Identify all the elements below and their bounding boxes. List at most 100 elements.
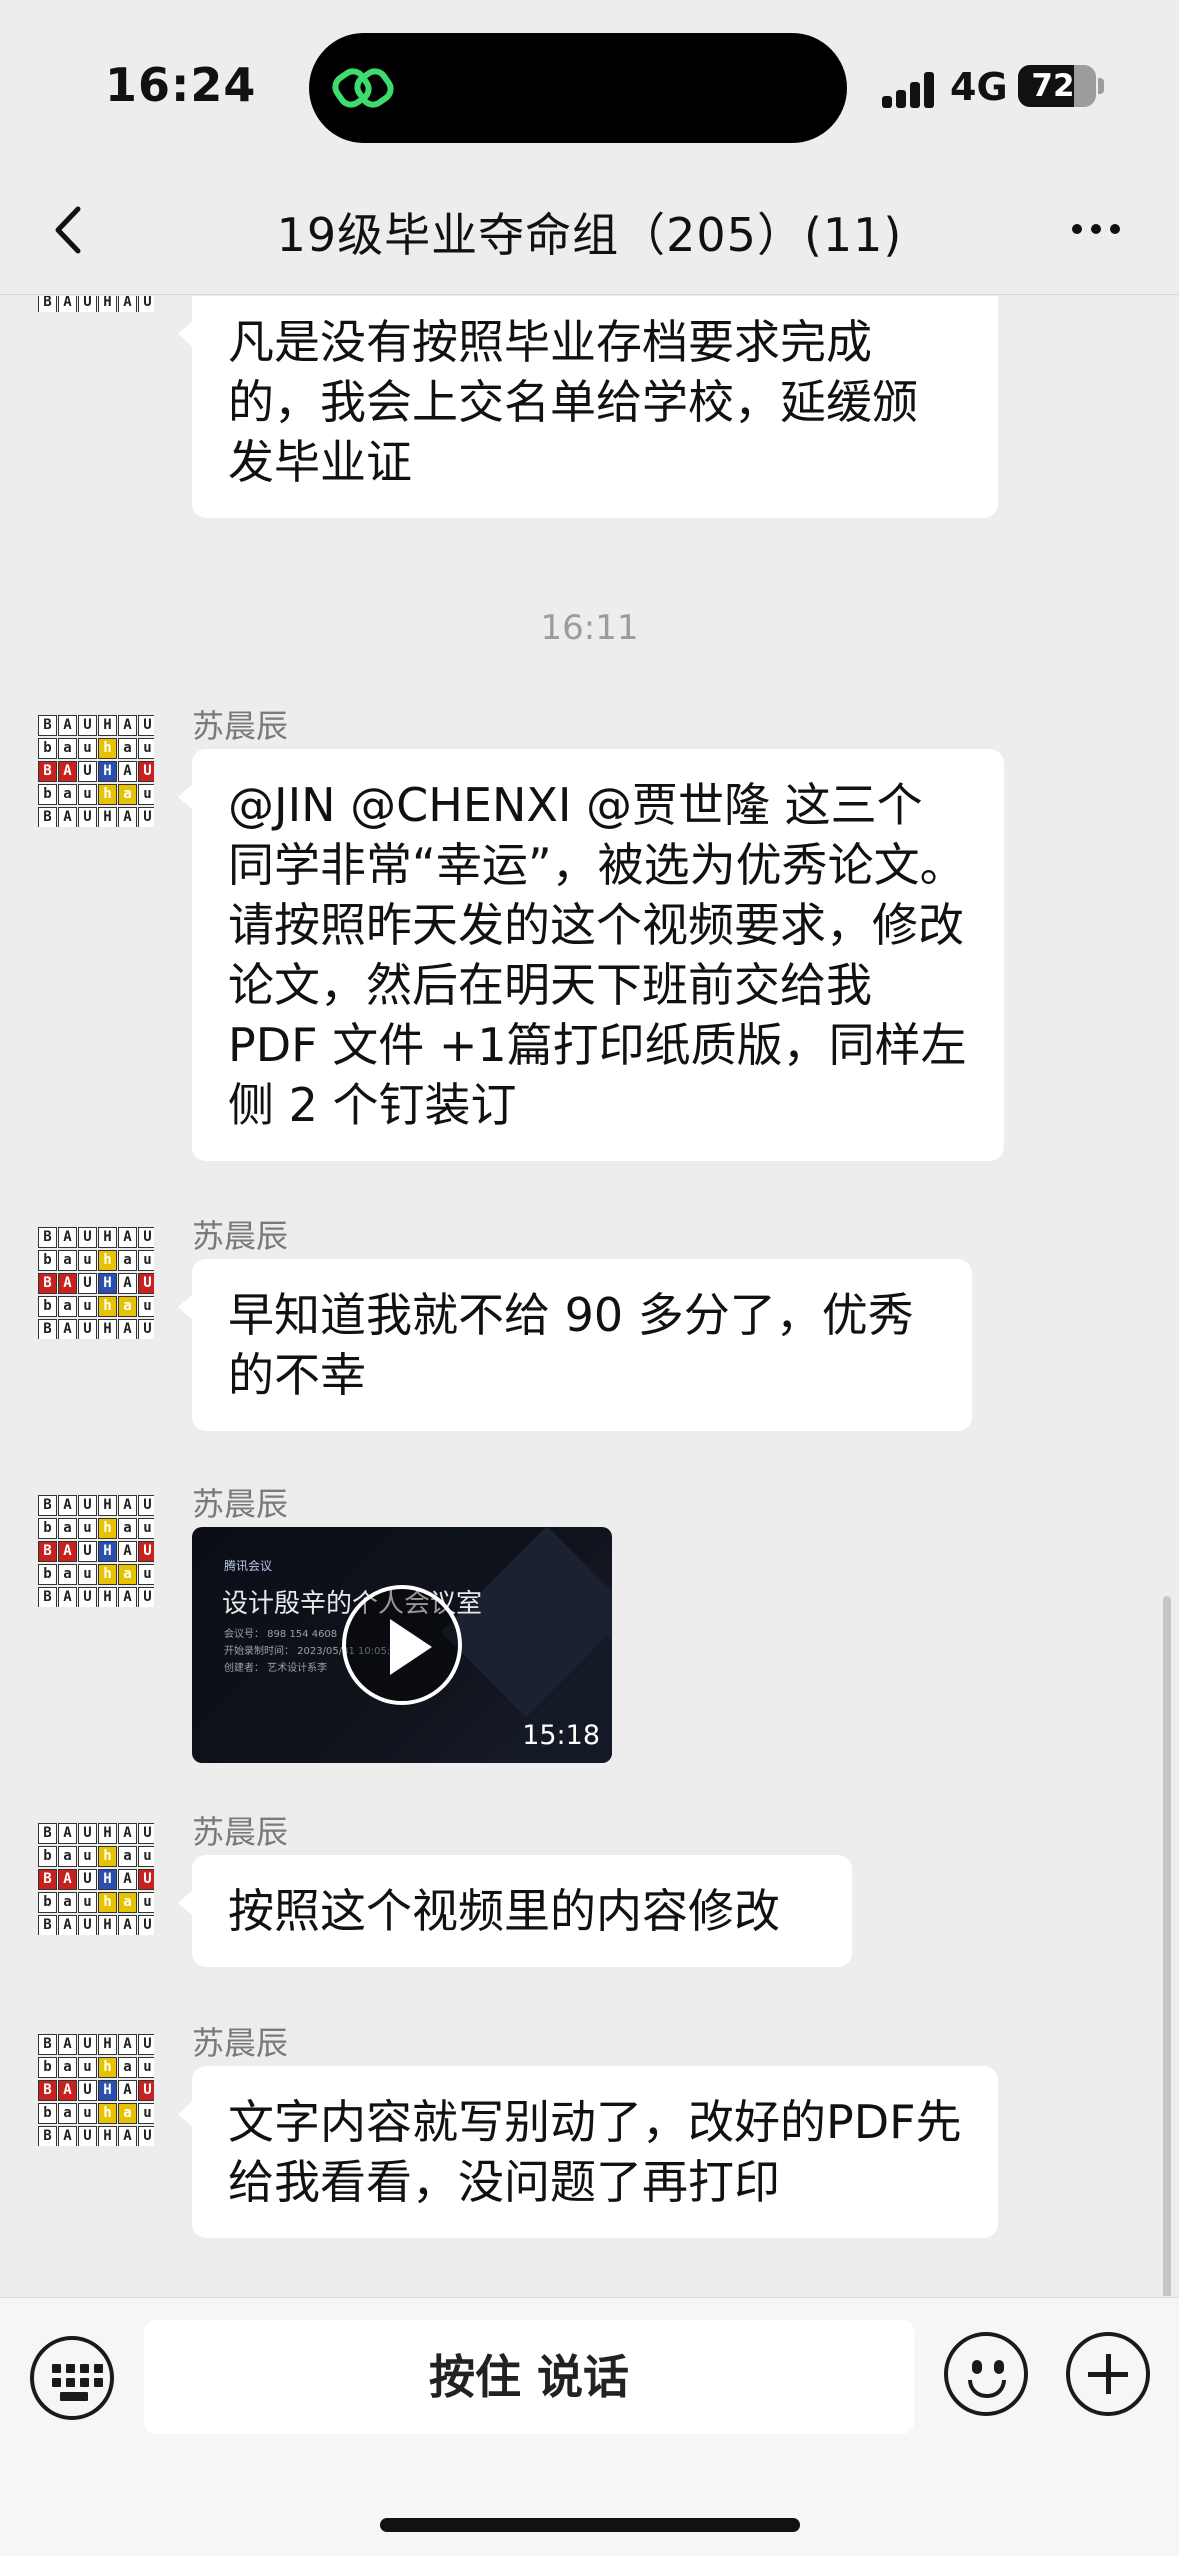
avatar-letter: H <box>98 1541 117 1562</box>
keyboard-key <box>80 2364 89 2373</box>
message-bubble[interactable]: 早知道我就不给 90 多分了，优秀的不幸 <box>178 1259 972 1431</box>
signal-bars-icon <box>882 70 942 108</box>
battery-level: 72 <box>1031 68 1075 104</box>
avatar-letter: u <box>138 1250 154 1271</box>
avatar-letter: U <box>138 1869 154 1890</box>
avatar-letter: a <box>58 1564 77 1585</box>
video-creator: 创建者： 艺术设计系李 <box>224 1663 328 1674</box>
avatar-letter: U <box>78 1915 97 1935</box>
avatar-letter: h <box>98 1518 117 1539</box>
play-icon[interactable] <box>342 1585 462 1705</box>
ellipsis-icon[interactable] <box>1066 219 1126 239</box>
avatar-letter: A <box>58 2080 77 2101</box>
avatar-row: BAUHAUS <box>38 2080 154 2102</box>
avatar-letter: U <box>78 761 97 782</box>
avatar-letter: A <box>58 296 77 312</box>
battery-icon: 72 <box>1018 65 1096 107</box>
message-text: 早知道我就不给 90 多分了，优秀的不幸 <box>228 1288 914 1402</box>
avatar-letter: U <box>78 1823 97 1844</box>
avatar-letter: A <box>118 1273 137 1294</box>
avatar-letter: A <box>118 296 137 312</box>
avatar-letter: u <box>138 1846 154 1867</box>
plus-icon[interactable] <box>1066 2332 1150 2416</box>
avatar-letter: u <box>138 784 154 805</box>
avatar-letter: b <box>38 2057 57 2078</box>
avatar-row: BAUHAUS <box>38 807 154 827</box>
avatar-row: BAUHAUS <box>38 1587 154 1607</box>
avatar-letter: h <box>98 2057 117 2078</box>
avatar-letter: H <box>98 1227 117 1248</box>
scrollbar[interactable] <box>1163 1596 1171 2296</box>
message-bubble[interactable]: 按照这个视频里的内容修改 <box>178 1855 852 1967</box>
avatar-letter: a <box>58 2103 77 2124</box>
avatar-letter: B <box>38 1587 57 1607</box>
avatar-letter: B <box>38 1273 57 1294</box>
avatar-row: bauhaus <box>38 1296 154 1318</box>
avatar[interactable]: BAUHAUSbauhausBAUHAUSbauhausBAUHAUS <box>38 296 154 312</box>
message-bubble[interactable]: 文字内容就写别动了，改好的PDF先给我看看，没问题了再打印 <box>178 2066 998 2238</box>
avatar-letter: A <box>118 1541 137 1562</box>
avatar-letter: B <box>38 1227 57 1248</box>
avatar-letter: U <box>138 1541 154 1562</box>
avatar-letter: B <box>38 1823 57 1844</box>
keyboard-key <box>94 2364 103 2373</box>
avatar-letter: a <box>118 1892 137 1913</box>
avatar[interactable]: BAUHAUSbauhausBAUHAUSbauhausBAUHAUS <box>38 1819 154 1935</box>
avatar-letter: u <box>138 1892 154 1913</box>
avatar-letter: u <box>78 1564 97 1585</box>
message-bubble[interactable]: @JIN @CHENXI @贾世隆 这三个同学非常“幸运”，被选为优秀论文。请按… <box>178 749 1004 1161</box>
avatar-letter: U <box>78 1227 97 1248</box>
keyboard-key <box>66 2364 75 2373</box>
avatar-letter: U <box>78 807 97 827</box>
video-message[interactable]: 腾讯会议 设计殷辛的个人会议室 会议号： 898 154 4608 开始录制时间… <box>192 1527 612 1763</box>
avatar-row: BAUHAUS <box>38 1869 154 1891</box>
avatar-row: bauhaus <box>38 1846 154 1868</box>
network-type: 4G <box>950 65 1008 109</box>
avatar-letter: b <box>38 1296 57 1317</box>
avatar-letter: U <box>138 2126 154 2146</box>
avatar-letter: U <box>138 296 154 312</box>
avatar-row: BAUHAUS <box>38 1915 154 1935</box>
keyboard-key <box>94 2378 103 2387</box>
avatar-letter: U <box>138 715 154 736</box>
avatar-letter: U <box>138 1319 154 1339</box>
avatar[interactable]: BAUHAUSbauhausBAUHAUSbauhausBAUHAUS <box>38 1491 154 1607</box>
avatar-letter: a <box>118 2103 137 2124</box>
avatar-letter: u <box>138 1296 154 1317</box>
battery-nub <box>1098 78 1104 94</box>
status-time: 16:24 <box>105 58 257 112</box>
avatar-letter: U <box>138 1915 154 1935</box>
avatar-letter: A <box>58 1227 77 1248</box>
avatar-letter: h <box>98 1250 117 1271</box>
avatar-letter: A <box>118 2080 137 2101</box>
chat-header: 19级毕业夺命组（205）(11) <box>0 175 1179 295</box>
avatar-row: bauhaus <box>38 2057 154 2079</box>
avatar[interactable]: BAUHAUSbauhausBAUHAUSbauhausBAUHAUS <box>38 2030 154 2146</box>
avatar-letter: h <box>98 738 117 759</box>
avatar-letter: U <box>78 2034 97 2055</box>
avatar[interactable]: BAUHAUSbauhausBAUHAUSbauhausBAUHAUS <box>38 1223 154 1339</box>
hold-to-talk-button[interactable]: 按住 说话 <box>144 2320 914 2434</box>
avatar-row: BAUHAUS <box>38 1823 154 1845</box>
keyboard-key <box>52 2364 61 2373</box>
chevron-left-icon[interactable] <box>40 195 100 265</box>
avatar-letter: A <box>118 761 137 782</box>
emoji-icon[interactable] <box>944 2332 1028 2416</box>
avatar-letter: A <box>118 2126 137 2146</box>
keyboard-icon[interactable] <box>30 2336 114 2420</box>
avatar-letter: H <box>98 1495 117 1516</box>
avatar-letter: H <box>98 807 117 827</box>
avatar-letter: U <box>78 1495 97 1516</box>
avatar-letter: a <box>118 738 137 759</box>
link-chain-icon <box>332 68 394 108</box>
avatar-letter: u <box>78 784 97 805</box>
avatar-row: bauhaus <box>38 738 154 760</box>
avatar-letter: B <box>38 1495 57 1516</box>
avatar[interactable]: BAUHAUSbauhausBAUHAUSbauhausBAUHAUS <box>38 711 154 827</box>
message-bubble[interactable]: 凡是没有按照毕业存档要求完成的，我会上交名单给学校，延缓颁发毕业证 <box>178 296 998 518</box>
keyboard-key <box>52 2378 61 2387</box>
avatar-letter: A <box>118 1915 137 1935</box>
message-list[interactable]: BAUHAUSbauhausBAUHAUSbauhausBAUHAUS 凡是没有… <box>0 296 1179 2296</box>
avatar-letter: A <box>58 761 77 782</box>
avatar-row: bauhaus <box>38 784 154 806</box>
